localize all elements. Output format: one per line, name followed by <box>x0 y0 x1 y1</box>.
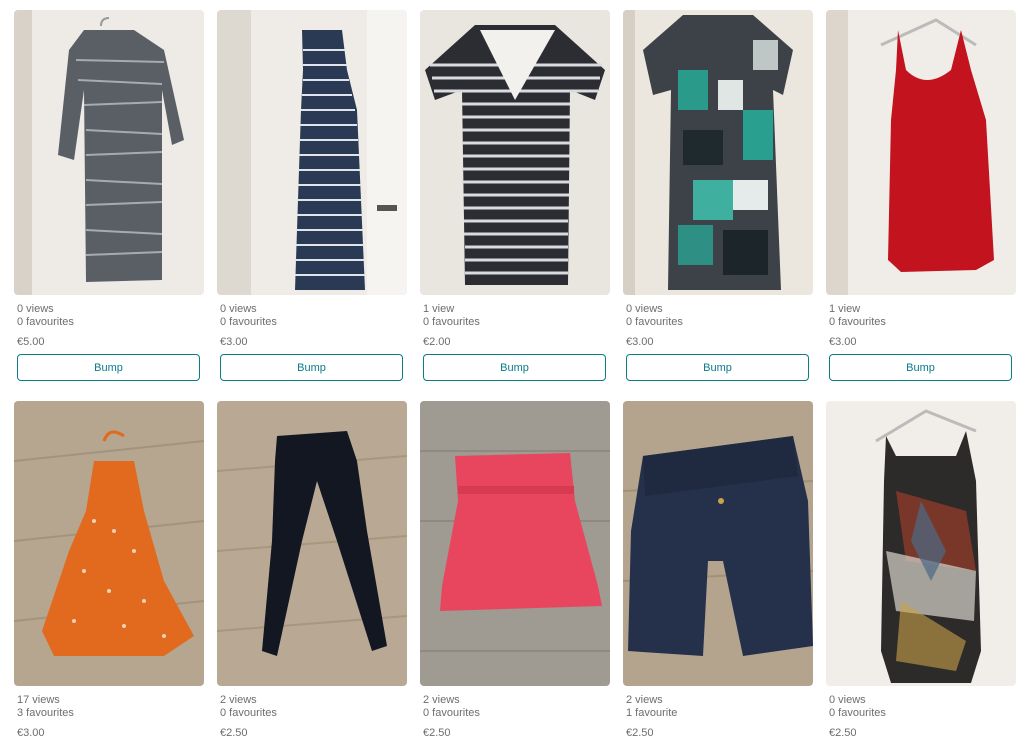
item-photo[interactable] <box>826 10 1016 295</box>
views-count: 0 views <box>17 303 54 315</box>
views-count: 2 views <box>423 694 460 706</box>
item-image <box>217 10 407 295</box>
item-image <box>217 401 407 686</box>
views-count: 0 views <box>220 303 257 315</box>
item-image <box>14 401 204 686</box>
item-price: €2.50 <box>829 727 857 739</box>
item-image <box>420 401 610 686</box>
bump-button[interactable]: Bump <box>829 354 1012 381</box>
views-count: 17 views <box>17 694 60 706</box>
item-image <box>420 10 610 295</box>
favourites-count: 0 favourites <box>829 707 886 719</box>
item-price: €2.00 <box>423 336 451 348</box>
item-price: €3.00 <box>17 727 45 739</box>
views-count: 1 view <box>423 303 455 315</box>
views-count: 2 views <box>626 694 663 706</box>
item-photo[interactable] <box>14 10 204 295</box>
item-price: €3.00 <box>220 336 248 348</box>
item-price: €2.50 <box>626 727 654 739</box>
item-photo[interactable] <box>826 401 1016 686</box>
views-count: 2 views <box>220 694 257 706</box>
favourites-count: 3 favourites <box>17 707 74 719</box>
favourites-count: 0 favourites <box>423 316 480 328</box>
views-count: 0 views <box>626 303 663 315</box>
item-image <box>623 10 813 295</box>
favourites-count: 0 favourites <box>17 316 74 328</box>
favourites-count: 0 favourites <box>220 707 277 719</box>
item-price: €3.00 <box>829 336 857 348</box>
bump-button[interactable]: Bump <box>423 354 606 381</box>
favourites-count: 0 favourites <box>220 316 277 328</box>
favourites-count: 0 favourites <box>829 316 886 328</box>
item-price: €2.50 <box>220 727 248 739</box>
item-image <box>826 401 1016 686</box>
item-price: €3.00 <box>626 336 654 348</box>
item-image <box>14 10 204 295</box>
favourites-count: 0 favourites <box>626 316 683 328</box>
item-photo[interactable] <box>420 10 610 295</box>
item-image <box>623 401 813 686</box>
item-photo[interactable] <box>623 10 813 295</box>
views-count: 0 views <box>829 694 866 706</box>
favourites-count: 0 favourites <box>423 707 480 719</box>
views-count: 1 view <box>829 303 861 315</box>
item-price: €2.50 <box>423 727 451 739</box>
item-grid: 0 views 0 favourites €5.00 Bump 0 views … <box>0 0 1024 744</box>
item-photo[interactable] <box>14 401 204 686</box>
favourites-count: 1 favourite <box>626 707 678 719</box>
item-photo[interactable] <box>420 401 610 686</box>
item-image <box>826 10 1016 295</box>
item-price: €5.00 <box>17 336 45 348</box>
bump-button[interactable]: Bump <box>220 354 403 381</box>
bump-button[interactable]: Bump <box>17 354 200 381</box>
item-photo[interactable] <box>217 10 407 295</box>
item-photo[interactable] <box>217 401 407 686</box>
item-photo[interactable] <box>623 401 813 686</box>
bump-button[interactable]: Bump <box>626 354 809 381</box>
